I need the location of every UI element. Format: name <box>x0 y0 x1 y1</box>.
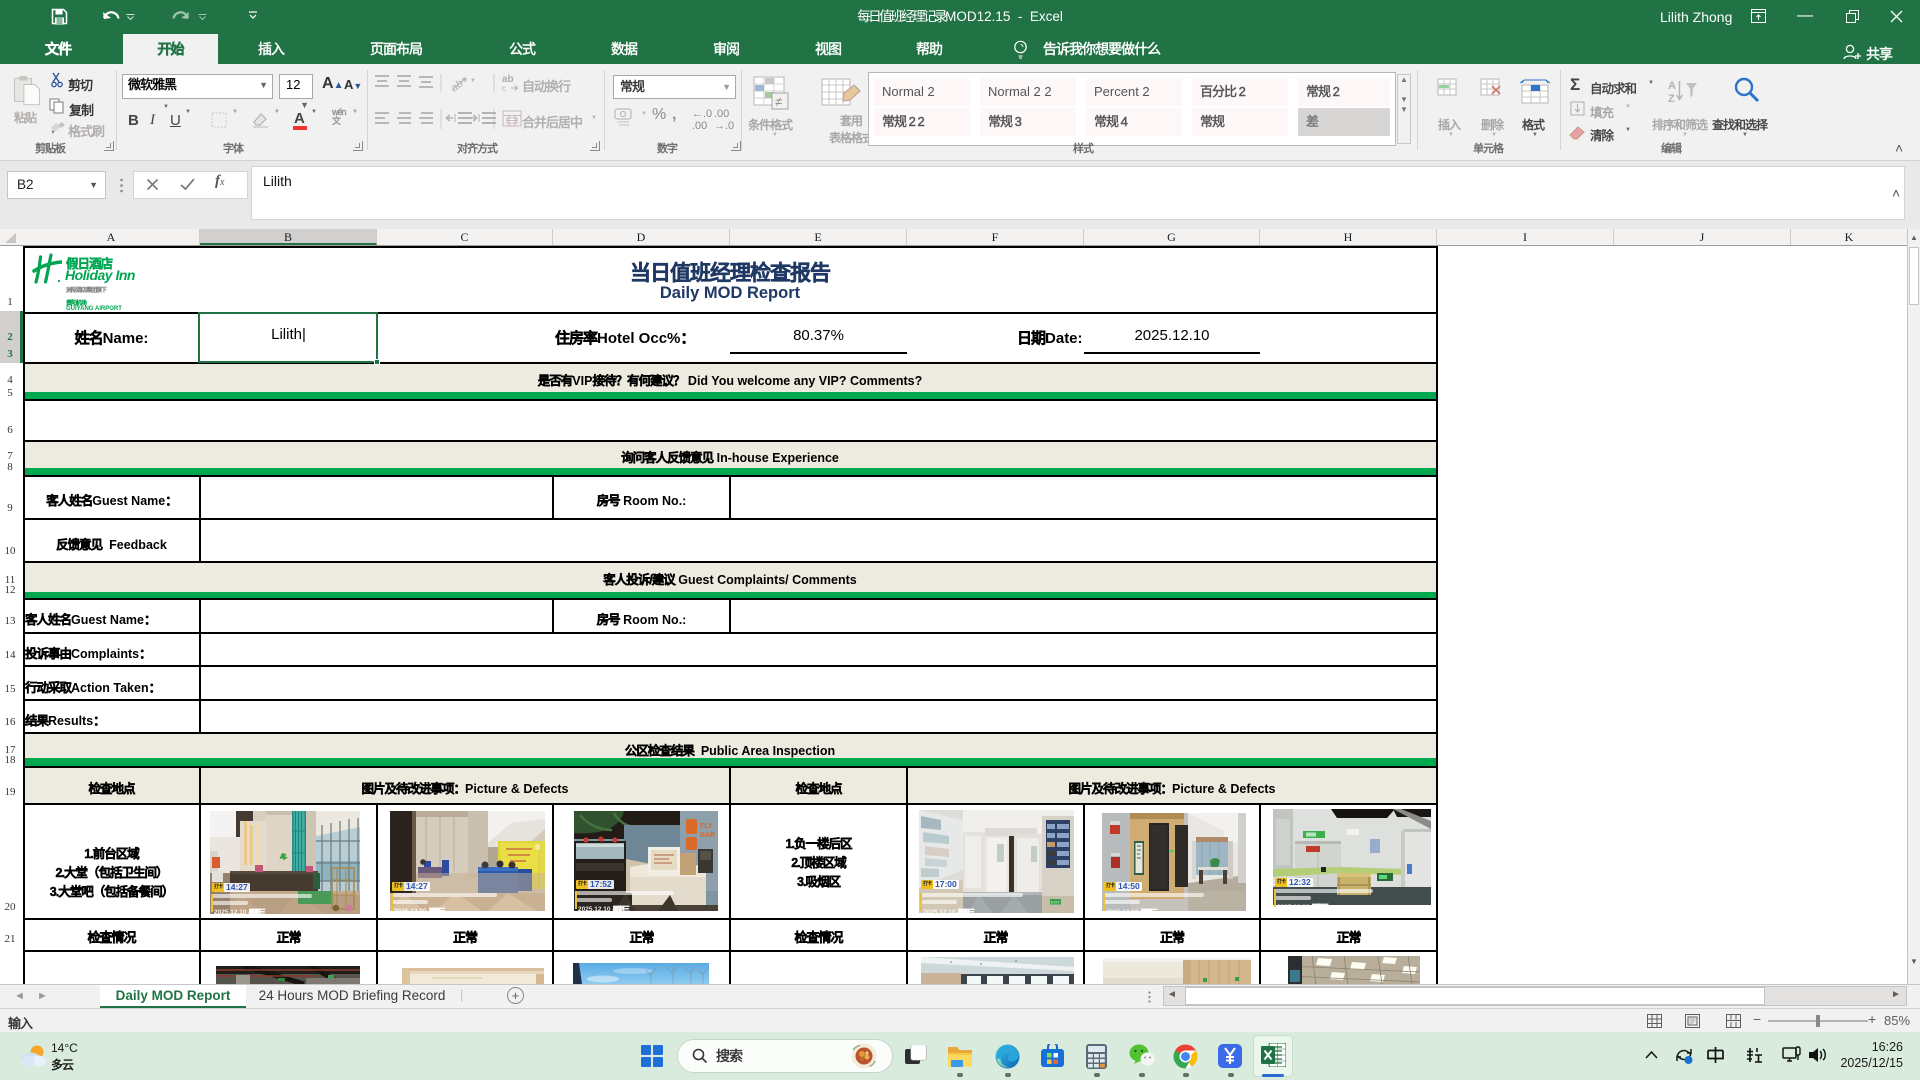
svg-text:A: A <box>1668 80 1676 92</box>
svg-text:BAR: BAR <box>700 832 715 839</box>
svg-text:FLY: FLY <box>700 823 713 830</box>
svg-text:EXIT: EXIT <box>1051 901 1060 905</box>
svg-text:Z: Z <box>1668 93 1675 105</box>
svg-text:≠: ≠ <box>775 94 782 109</box>
svg-text:c: c <box>502 84 506 93</box>
